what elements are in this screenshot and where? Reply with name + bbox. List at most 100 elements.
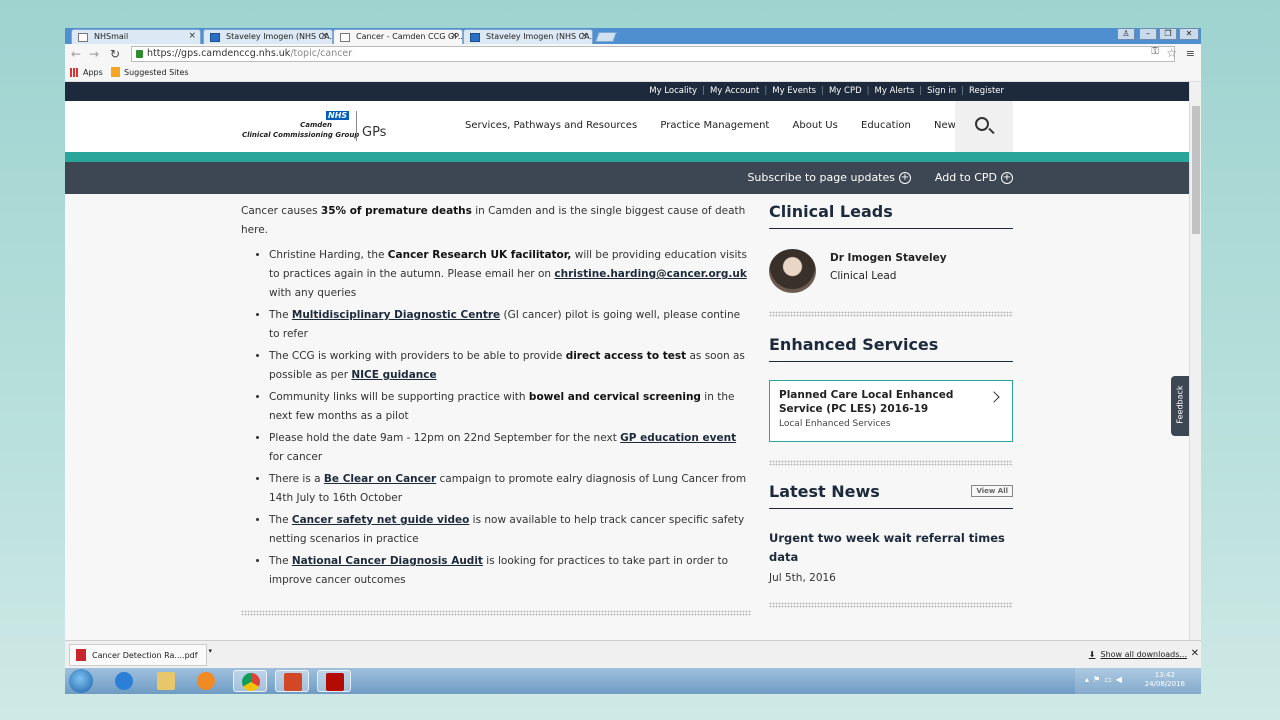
tab-strip: NHSmail × Staveley Imogen (NHS CA... × C… xyxy=(65,28,1201,44)
outlook-icon xyxy=(470,33,480,42)
content-link[interactable]: National Cancer Diagnosis Audit xyxy=(292,555,483,567)
clinical-lead-profile[interactable]: Dr Imogen Staveley Clinical Lead xyxy=(769,249,1013,311)
tab-staveley-2[interactable]: Staveley Imogen (NHS CA... × xyxy=(463,29,593,44)
main-content: Cancer causes 35% of premature deaths in… xyxy=(241,194,751,616)
latest-news-heading: Latest News View All xyxy=(769,482,1013,509)
window-close-button[interactable]: ✕ xyxy=(1179,28,1199,40)
page-actions-bar: Subscribe to page updates + Add to CPD + xyxy=(65,162,1189,194)
ie-taskbar-icon[interactable] xyxy=(107,670,141,692)
content-link[interactable]: christine.harding@cancer.org.uk xyxy=(554,268,746,280)
bookmark-suggested-sites[interactable]: Suggested Sites xyxy=(124,68,189,77)
reload-icon[interactable]: ↻ xyxy=(110,47,120,61)
list-text: Community links will be supporting pract… xyxy=(269,391,529,403)
link-my-locality[interactable]: My Locality xyxy=(649,86,697,96)
tab-staveley-1[interactable]: Staveley Imogen (NHS CA... × xyxy=(203,29,333,44)
nav-education[interactable]: Education xyxy=(861,120,911,131)
plus-icon: + xyxy=(1001,172,1013,184)
link-my-cpd[interactable]: My CPD xyxy=(829,86,862,96)
bold-text: direct access to test xyxy=(565,350,687,362)
feedback-tab[interactable]: Feedback xyxy=(1171,376,1189,436)
scrollbar-thumb[interactable] xyxy=(1192,106,1200,234)
media-player-taskbar-icon[interactable] xyxy=(189,670,223,692)
close-icon[interactable]: × xyxy=(580,31,588,41)
back-icon[interactable]: ← xyxy=(71,47,81,61)
tab-cancer[interactable]: Cancer - Camden CCG GP... × xyxy=(333,29,463,44)
search-icon xyxy=(975,117,989,131)
pdf-icon xyxy=(76,649,86,661)
menu-icon[interactable]: ≡ xyxy=(1186,47,1195,60)
content-link[interactable]: NICE guidance xyxy=(351,369,436,381)
new-tab-button[interactable] xyxy=(595,32,617,42)
link-my-account[interactable]: My Account xyxy=(710,86,759,96)
card-subtitle: Local Enhanced Services xyxy=(779,419,891,429)
intro-paragraph: Cancer causes 35% of premature deaths in… xyxy=(241,205,746,236)
site-logo[interactable]: NHS Camden Clinical Commissioning Group … xyxy=(242,111,392,143)
start-button[interactable] xyxy=(69,669,93,693)
key-icon[interactable]: ⚿ xyxy=(1151,46,1159,57)
bullet-list: Christine Harding, the Cancer Research U… xyxy=(269,246,751,590)
sidebar: Clinical Leads Dr Imogen Staveley Clinic… xyxy=(769,194,1013,608)
show-all-downloads-link[interactable]: ⬇ Show all downloads... xyxy=(1089,650,1187,659)
search-button[interactable] xyxy=(955,101,1013,152)
news-item-date: Jul 5th, 2016 xyxy=(769,572,836,584)
minimize-button[interactable]: – xyxy=(1139,28,1157,40)
address-bar[interactable]: https://gps.camdenccg.nhs.uk/topic/cance… xyxy=(131,46,1175,62)
accent-band xyxy=(65,152,1189,162)
lock-icon xyxy=(136,50,143,58)
bookmark-apps[interactable]: Apps xyxy=(83,68,103,77)
link-my-events[interactable]: My Events xyxy=(772,86,816,96)
content-link[interactable]: Be Clear on Cancer xyxy=(324,473,436,485)
clinical-leads-heading: Clinical Leads xyxy=(769,202,1013,229)
list-text: The xyxy=(269,555,292,567)
list-text: Please hold the date 9am - 12pm on 22nd … xyxy=(269,432,621,444)
bookmarks-bar: Apps Suggested Sites xyxy=(65,64,1201,82)
chevron-right-icon xyxy=(988,391,1000,403)
close-icon[interactable]: ✕ xyxy=(1191,648,1199,659)
tray-icons[interactable]: ▴⚑▭◀ xyxy=(1085,675,1126,684)
close-icon[interactable]: × xyxy=(450,31,458,41)
divider xyxy=(769,311,1013,317)
view-all-button[interactable]: View All xyxy=(971,485,1013,497)
nav-practice-management[interactable]: Practice Management xyxy=(660,120,769,131)
link-my-alerts[interactable]: My Alerts xyxy=(875,86,915,96)
content-link[interactable]: Cancer safety net guide video xyxy=(292,514,469,526)
nav-about-us[interactable]: About Us xyxy=(793,120,838,131)
news-item-title[interactable]: Urgent two week wait referral times data xyxy=(769,529,1013,567)
bold-text: Cancer Research UK facilitator, xyxy=(387,249,572,261)
chevron-down-icon[interactable]: ▾ xyxy=(208,647,212,655)
link-register[interactable]: Register xyxy=(969,86,1004,96)
explorer-taskbar-icon[interactable] xyxy=(149,670,183,692)
list-item: The Multidisciplinary Diagnostic Centre … xyxy=(269,306,751,344)
system-tray: ▴⚑▭◀ 13:42 24/08/2016 xyxy=(1075,668,1201,694)
clock[interactable]: 13:42 24/08/2016 xyxy=(1145,671,1185,689)
forward-icon[interactable]: → xyxy=(89,47,99,61)
download-item[interactable]: Cancer Detection Ra....pdf ▾ xyxy=(69,644,212,666)
divider xyxy=(769,602,1013,608)
close-icon[interactable]: × xyxy=(320,31,328,41)
user-icon[interactable]: ♙ xyxy=(1117,28,1135,40)
enhanced-services-heading: Enhanced Services xyxy=(769,335,1013,362)
nhs-logo: NHS xyxy=(326,111,350,120)
add-to-cpd-button[interactable]: Add to CPD + xyxy=(935,171,1013,184)
list-text: with any queries xyxy=(269,287,357,299)
tab-nhsmail[interactable]: NHSmail × xyxy=(71,29,201,44)
acrobat-taskbar-icon[interactable] xyxy=(317,670,351,692)
url-path: /topic/cancer xyxy=(290,48,353,59)
browser-toolbar: ← → ↻ https://gps.camdenccg.nhs.uk/topic… xyxy=(65,44,1201,64)
windows-taskbar: ▴⚑▭◀ 13:42 24/08/2016 xyxy=(65,668,1201,694)
restore-button[interactable]: ❐ xyxy=(1159,28,1177,40)
close-icon[interactable]: × xyxy=(188,31,196,41)
star-icon[interactable]: ☆ xyxy=(1166,46,1177,60)
powerpoint-taskbar-icon[interactable] xyxy=(275,670,309,692)
list-item: There is a Be Clear on Cancer campaign t… xyxy=(269,470,751,508)
subscribe-button[interactable]: Subscribe to page updates + xyxy=(747,171,911,184)
content-link[interactable]: Multidisciplinary Diagnostic Centre xyxy=(292,309,500,321)
content-link[interactable]: GP education event xyxy=(620,432,736,444)
enhanced-service-card[interactable]: Planned Care Local Enhanced Service (PC … xyxy=(769,380,1013,442)
nav-services[interactable]: Services, Pathways and Resources xyxy=(465,120,637,131)
page-icon xyxy=(78,33,88,42)
link-sign-in[interactable]: Sign in xyxy=(927,86,956,96)
page-scrollbar[interactable] xyxy=(1189,82,1201,640)
list-text: for cancer xyxy=(269,451,323,463)
chrome-taskbar-icon[interactable] xyxy=(233,670,267,692)
